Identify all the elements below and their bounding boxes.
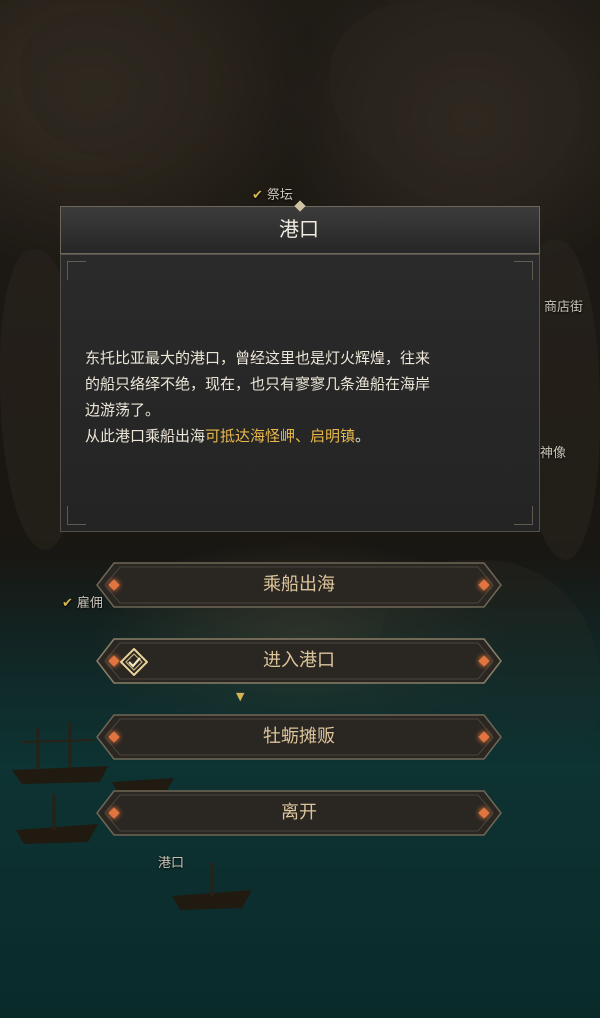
check-icon: ✔: [62, 596, 73, 611]
route-destinations: 可抵达海怪岬、启明镇: [205, 427, 356, 445]
corner-ornament: [67, 261, 86, 280]
leave-label: 离开: [281, 802, 317, 823]
corner-ornament: [67, 506, 86, 525]
check-icon: ✔: [252, 188, 263, 203]
route-line: 从此港口乘船出海可抵达海怪岬、启明镇。: [85, 423, 517, 449]
location-dialog: 港口 东托比亚最大的港口，曾经这里也是灯火辉煌，往来 的船只络绎不绝，现在，也只…: [60, 200, 540, 532]
map-label-statue[interactable]: 神像: [540, 442, 566, 461]
chevron-down-icon: ▼: [236, 690, 245, 703]
leave-button[interactable]: 离开: [96, 790, 502, 836]
set-sail-label: 乘船出海: [263, 574, 335, 595]
enter-port-button[interactable]: 进入港口: [96, 638, 502, 684]
route-prefix: 从此港口乘船出海: [85, 427, 206, 445]
map-label-altar-text: 祭坛: [266, 188, 293, 203]
dialog-body: 东托比亚最大的港口，曾经这里也是灯火辉煌，往来 的船只络绎不绝，现在，也只有寥寥…: [60, 254, 540, 532]
oyster-vendor-label: 牡蛎摊贩: [263, 726, 335, 747]
route-suffix: 。: [355, 427, 371, 445]
dialog-description: 东托比亚最大的港口，曾经这里也是灯火辉煌，往来 的船只络绎不绝，现在，也只有寥寥…: [85, 345, 517, 449]
map-label-port[interactable]: 港口: [158, 852, 184, 871]
description-line: 边游荡了。: [85, 401, 161, 419]
corner-ornament: [514, 261, 533, 280]
enter-port-label: 进入港口: [263, 650, 335, 671]
dialog-title: 港口: [279, 217, 319, 241]
oyster-vendor-button[interactable]: 牡蛎摊贩: [96, 714, 502, 760]
map-label-altar[interactable]: ✔ 祭坛: [252, 184, 293, 203]
corner-ornament: [514, 506, 533, 525]
description-line: 东托比亚最大的港口，曾经这里也是灯火辉煌，往来: [85, 349, 431, 367]
description-line: 的船只络绎不绝，现在，也只有寥寥几条渔船在海岸: [85, 375, 431, 393]
set-sail-button[interactable]: 乘船出海: [96, 562, 502, 608]
map-label-shop-street[interactable]: 商店街: [544, 296, 583, 315]
